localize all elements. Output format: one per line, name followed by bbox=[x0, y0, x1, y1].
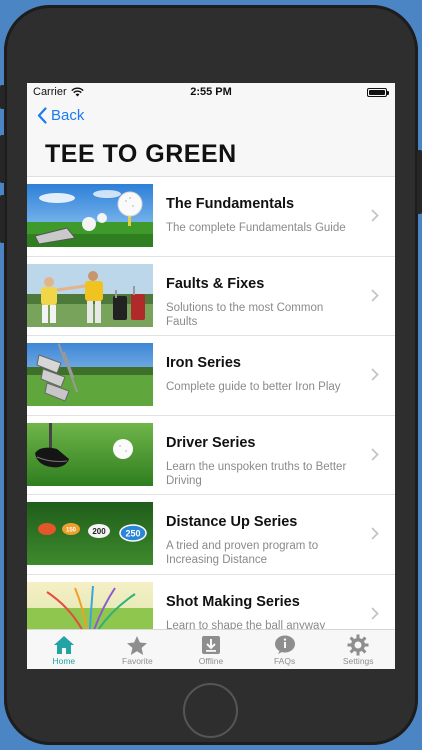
tab-settings[interactable]: Settings bbox=[321, 630, 395, 669]
item-title: Shot Making Series bbox=[166, 593, 300, 610]
page-title: TEE TO GREEN bbox=[45, 140, 237, 168]
back-label: Back bbox=[51, 107, 85, 124]
chevron-right-icon bbox=[371, 209, 379, 222]
item-subtitle: A tried and proven program to Increasing… bbox=[166, 540, 319, 566]
distance-up-thumbnail: 150 200 250 bbox=[27, 502, 153, 565]
item-subtitle: Solutions to the most Common Faults bbox=[166, 301, 324, 328]
chevron-right-icon bbox=[371, 527, 379, 540]
marker-200: 200 bbox=[92, 527, 106, 536]
download-icon bbox=[201, 634, 221, 656]
volume-up-button bbox=[0, 135, 5, 183]
chevron-left-icon bbox=[37, 107, 47, 124]
tab-label: FAQs bbox=[273, 656, 296, 666]
home-button[interactable] bbox=[183, 683, 238, 738]
item-title: Iron Series bbox=[166, 355, 241, 371]
volume-down-button bbox=[0, 195, 5, 243]
tab-faqs[interactable]: FAQs bbox=[248, 630, 322, 669]
info-icon bbox=[274, 634, 296, 656]
chevron-right-icon bbox=[371, 289, 379, 301]
shot-making-thumbnail bbox=[27, 581, 153, 629]
item-title: The Fundamentals bbox=[166, 196, 295, 212]
tab-favorite[interactable]: Favorite bbox=[101, 630, 175, 669]
list-item-distance-up[interactable]: 150 200 250 Distance Up Series A tried a… bbox=[27, 495, 395, 575]
item-title: Distance Up Series bbox=[166, 514, 298, 530]
iron-series-thumbnail bbox=[27, 343, 153, 406]
faults-fixes-thumbnail bbox=[27, 263, 153, 327]
item-subtitle: The complete Fundamentals Guide bbox=[166, 222, 346, 234]
chevron-right-icon bbox=[371, 448, 379, 460]
tab-bar: Home Favorite Offline FAQs Settings bbox=[27, 629, 395, 669]
tab-label: Favorite bbox=[122, 656, 153, 666]
tab-label: Home bbox=[52, 656, 76, 666]
battery-icon bbox=[367, 88, 389, 97]
marker-250: 250 bbox=[125, 529, 140, 539]
list-item-fundamentals[interactable]: The Fundamentals The complete Fundamenta… bbox=[27, 177, 395, 257]
driver-series-thumbnail bbox=[27, 422, 153, 486]
app-screen: Carrier 2:55 PM Back TEE TO GREEN The Fu… bbox=[27, 83, 395, 669]
item-subtitle: Learn to shape the ball anyway bbox=[166, 619, 326, 630]
status-time: 2:55 PM bbox=[190, 86, 232, 98]
tab-offline[interactable]: Offline bbox=[174, 630, 248, 669]
chevron-right-icon bbox=[371, 368, 379, 381]
status-bar: Carrier 2:55 PM bbox=[27, 83, 395, 103]
mute-switch bbox=[0, 85, 5, 109]
back-button[interactable]: Back bbox=[37, 107, 84, 124]
fundamentals-thumbnail bbox=[27, 184, 153, 247]
marker-150: 150 bbox=[66, 528, 77, 534]
item-subtitle: Learn the unspoken truths to Better Driv… bbox=[166, 460, 347, 487]
star-icon bbox=[126, 634, 148, 656]
list-item-shot-making[interactable]: Shot Making Series Learn to shape the ba… bbox=[27, 575, 395, 630]
gear-icon bbox=[347, 634, 369, 656]
item-title: Faults & Fixes bbox=[166, 275, 265, 292]
power-button bbox=[417, 150, 422, 214]
item-subtitle: Complete guide to better Iron Play bbox=[166, 381, 341, 393]
list-item-iron-series[interactable]: Iron Series Complete guide to better Iro… bbox=[27, 336, 395, 416]
chevron-right-icon bbox=[371, 607, 379, 619]
series-list: The Fundamentals The complete Fundamenta… bbox=[27, 176, 395, 629]
tab-label: Offline bbox=[198, 656, 224, 666]
home-icon bbox=[53, 634, 75, 656]
item-title: Driver Series bbox=[166, 434, 256, 451]
tab-home[interactable]: Home bbox=[27, 630, 101, 669]
list-item-faults-fixes[interactable]: Faults & Fixes Solutions to the most Com… bbox=[27, 257, 395, 336]
list-item-driver-series[interactable]: Driver Series Learn the unspoken truths … bbox=[27, 416, 395, 495]
tab-label: Settings bbox=[342, 656, 374, 666]
